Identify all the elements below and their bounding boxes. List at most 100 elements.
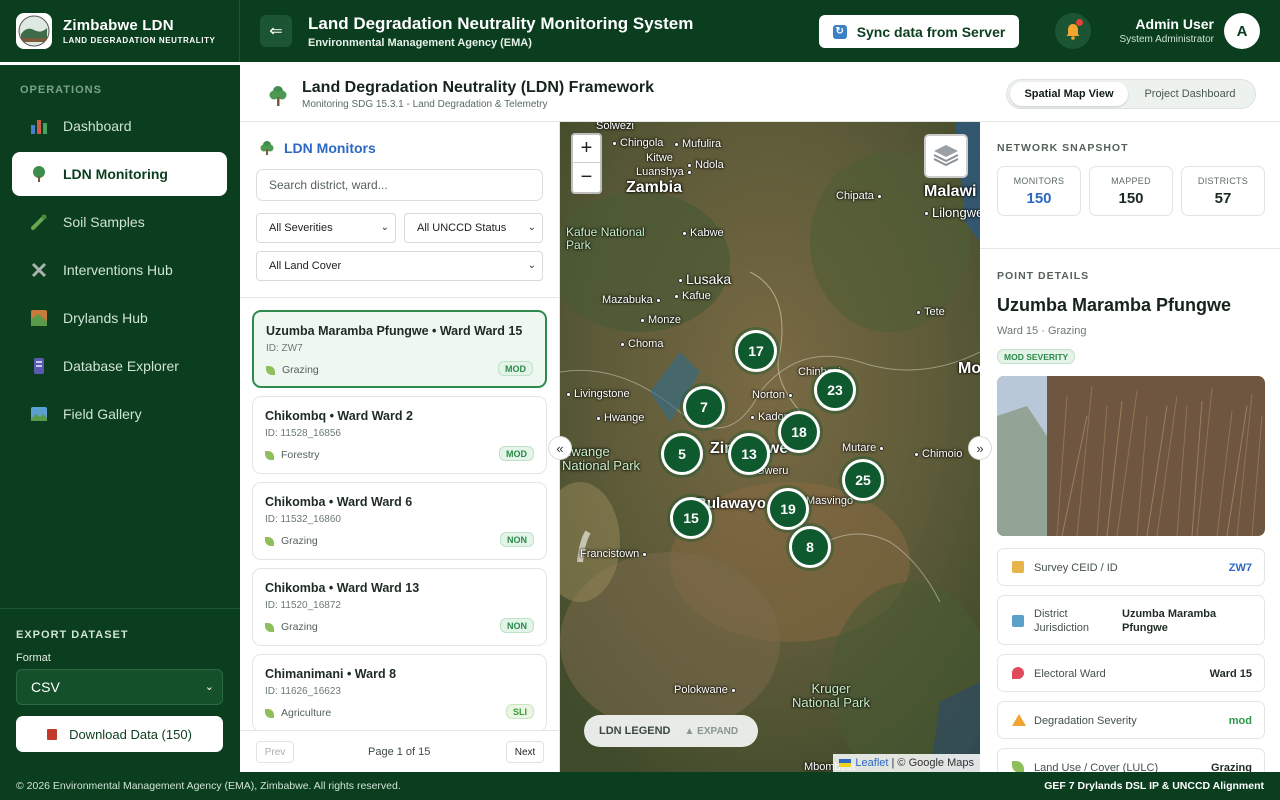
search-input[interactable]: Search district, ward...	[256, 169, 543, 201]
network-snapshot-label: NETWORK SNAPSHOT	[997, 142, 1129, 154]
monitor-card[interactable]: Chikomba • Ward Ward 6 ID: 11532_16860 G…	[252, 482, 547, 560]
severity-badge: MOD	[498, 361, 533, 376]
collapse-left-button[interactable]: «	[548, 436, 572, 460]
sync-icon: ↻	[832, 24, 847, 39]
export-panel: EXPORT DATASET Format CSV ⌄ Download Dat…	[0, 608, 240, 775]
severity-badge: MOD SEVERITY	[997, 349, 1076, 364]
notification-dot	[1076, 19, 1083, 26]
sidebar-item-dashboard[interactable]: Dashboard	[12, 104, 227, 148]
back-button[interactable]: ⇐	[260, 15, 292, 47]
detail-label: Degradation Severity	[1034, 715, 1137, 727]
card-cover: Forestry	[265, 449, 320, 461]
land-cover-filter-value: All Land Cover	[269, 260, 342, 272]
map-place-label: Luanshya	[636, 166, 695, 178]
layers-button[interactable]	[924, 134, 968, 178]
monitor-card[interactable]: Uzumba Maramba Pfungwe • Ward Ward 15 ID…	[252, 310, 547, 388]
format-select[interactable]: CSV ⌄	[16, 669, 223, 705]
collapse-right-button[interactable]: »	[968, 436, 992, 460]
legend-label: LDN LEGEND	[599, 725, 671, 737]
monitor-card[interactable]: Chikomba • Ward Ward 13 ID: 11520_16872 …	[252, 568, 547, 646]
map-place-label: Norton	[752, 389, 796, 401]
sidebar-item-field-gallery[interactable]: Field Gallery	[12, 392, 227, 436]
map-place-label: Kruger National Park	[791, 681, 871, 710]
map-cluster-marker[interactable]: 13	[728, 433, 770, 475]
monitor-card[interactable]: Chikombq • Ward Ward 2 ID: 11528_16856 F…	[252, 396, 547, 474]
notifications-button[interactable]	[1055, 13, 1091, 49]
image-icon	[30, 405, 48, 423]
avatar[interactable]: A	[1224, 13, 1260, 49]
leaf-icon	[265, 622, 274, 632]
sidebar-item-soil-samples[interactable]: Soil Samples	[12, 200, 227, 244]
sidebar-item-label: Soil Samples	[63, 214, 145, 230]
map-cluster-marker[interactable]: 8	[789, 526, 831, 568]
severity-filter-value: All Severities	[269, 222, 333, 234]
map-cluster-marker[interactable]: 17	[735, 330, 777, 372]
tag-icon	[1012, 561, 1024, 573]
card-cover: Grazing	[265, 535, 318, 547]
map-place-label: Mo	[958, 360, 980, 377]
brand-title: Zimbabwe LDN	[63, 17, 174, 34]
system-subtitle: Environmental Management Agency (EMA)	[308, 36, 532, 49]
sidebar-item-drylands-hub[interactable]: Drylands Hub	[12, 296, 227, 340]
next-button[interactable]: Next	[506, 741, 544, 763]
logo	[16, 13, 52, 49]
detail-label: Land Use / Cover (LULC)	[1034, 762, 1159, 772]
download-icon	[47, 728, 58, 740]
legend-expand: ▲ EXPAND	[684, 725, 739, 737]
stat-value: 57	[1214, 190, 1232, 207]
map-cluster-marker[interactable]: 18	[778, 411, 820, 453]
map-view[interactable]: Solwezi Chingola Mufulira Kitwe Ndola Lu…	[560, 122, 980, 772]
field-photo[interactable]	[997, 376, 1265, 536]
card-cover: Grazing	[266, 364, 319, 376]
system-title-block: Land Degradation Neutrality Monitoring S…	[308, 14, 693, 49]
card-id: ID: ZW7	[266, 343, 303, 354]
system-title: Land Degradation Neutrality Monitoring S…	[308, 13, 694, 33]
tools-icon	[30, 261, 48, 279]
brand-subtitle: LAND DEGRADATION NEUTRALITY	[63, 36, 216, 45]
monitor-card[interactable]: Chimanimani • Ward 8 ID: 11626_16623 Agr…	[252, 654, 547, 732]
layers-icon	[933, 145, 959, 167]
monitor-list-panel: LDN Monitors Search district, ward... Al…	[240, 122, 560, 772]
map-place-label: Lusaka	[678, 271, 731, 287]
sync-button[interactable]: ↻ Sync data from Server	[819, 15, 1019, 48]
tab-project-dashboard[interactable]: Project Dashboard	[1128, 82, 1252, 106]
zoom-out-button[interactable]: −	[573, 163, 600, 191]
format-label: Format	[16, 652, 51, 664]
unccd-status-filter[interactable]: All UNCCD Status ⌄	[404, 213, 543, 243]
attribution-text: | © Google Maps	[891, 757, 975, 769]
legend-toggle[interactable]: LDN LEGEND ▲ EXPAND	[584, 715, 758, 747]
map-cluster-marker[interactable]: 5	[661, 433, 703, 475]
sidebar-item-label: Field Gallery	[63, 406, 142, 422]
map-cluster-marker[interactable]: 15	[670, 497, 712, 539]
map-place-label: Kafue	[674, 290, 711, 302]
list-title: LDN Monitors	[284, 140, 376, 156]
map-place-label: Mazabuka	[602, 294, 664, 306]
flag-icon	[839, 759, 852, 767]
sidebar-section-label: OPERATIONS	[20, 84, 102, 96]
sidebar-item-interventions-hub[interactable]: Interventions Hub	[12, 248, 227, 292]
brand[interactable]: Zimbabwe LDN LAND DEGRADATION NEUTRALITY	[0, 0, 240, 62]
download-button[interactable]: Download Data (150)	[16, 716, 223, 752]
map-cluster-marker[interactable]: 7	[683, 386, 725, 428]
sidebar-item-database-explorer[interactable]: Database Explorer	[12, 344, 227, 388]
land-cover-filter[interactable]: All Land Cover ⌄	[256, 251, 543, 281]
map-cluster-marker[interactable]: 19	[767, 488, 809, 530]
sidebar-item-ldn-monitoring[interactable]: LDN Monitoring	[12, 152, 227, 196]
leaflet-link[interactable]: Leaflet	[855, 757, 888, 769]
card-title: Uzumba Maramba Pfungwe • Ward Ward 15	[266, 324, 523, 338]
sidebar-item-label: Drylands Hub	[63, 310, 148, 326]
app-root: Zimbabwe LDN LAND DEGRADATION NEUTRALITY…	[0, 0, 1280, 800]
map-place-label: Livingstone	[566, 388, 630, 400]
point-title: Uzumba Maramba Pfungwe	[997, 295, 1232, 315]
severity-badge: MOD	[499, 446, 534, 461]
status-filter-value: All UNCCD Status	[417, 222, 507, 234]
map-place-label: Polokwane	[674, 684, 739, 696]
zoom-in-button[interactable]: +	[573, 135, 600, 163]
card-cover-label: Grazing	[281, 535, 318, 547]
prev-button[interactable]: Prev	[256, 741, 294, 763]
severity-filter[interactable]: All Severities ⌄	[256, 213, 396, 243]
map-icon	[1012, 615, 1024, 627]
map-cluster-marker[interactable]: 25	[842, 459, 884, 501]
tab-spatial-map-view[interactable]: Spatial Map View	[1010, 82, 1128, 106]
map-cluster-marker[interactable]: 23	[814, 369, 856, 411]
